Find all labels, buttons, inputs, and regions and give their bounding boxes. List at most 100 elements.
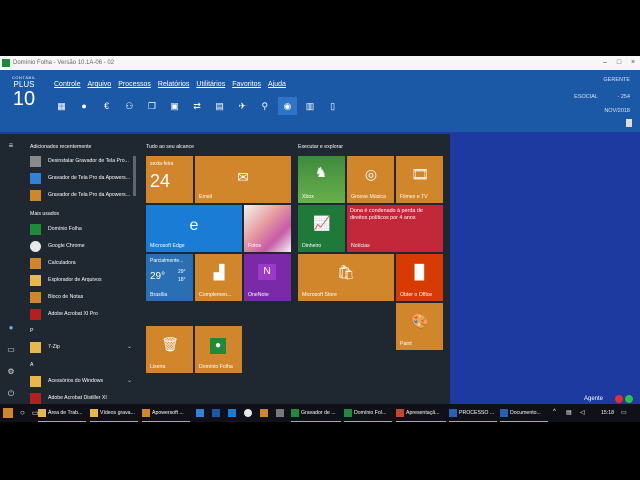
calendar-tile[interactable]: sexta-feira 24 <box>146 156 193 203</box>
settings-gear-icon[interactable]: ⚙ <box>5 366 17 378</box>
lixeira-tile[interactable]: 🗑 Lixeira <box>146 326 193 373</box>
maximize-button[interactable]: □ <box>614 58 624 68</box>
email-tile[interactable]: ✉ Email <box>195 156 291 203</box>
user-name: GERENTE <box>603 77 630 83</box>
header-scroll[interactable] <box>626 119 632 127</box>
xbox-tile[interactable]: ♞ Xbox <box>298 156 345 203</box>
store-tile[interactable]: 🛍 Microsoft Store <box>298 254 394 301</box>
noticias-tile[interactable]: Dona é condenado à perda de direitos pol… <box>347 205 443 252</box>
letter-a-header[interactable]: A <box>30 362 33 368</box>
grid-icon[interactable]: ▣ <box>165 97 184 115</box>
taskbar-item[interactable]: PROCESSO ... <box>449 404 497 422</box>
clock[interactable]: 15:18 <box>601 410 614 416</box>
list-item[interactable]: Acessórios do Windows ⌄ <box>26 374 134 389</box>
tray-arrow-icon[interactable]: ^ <box>553 409 556 415</box>
taskbar-item[interactable]: Vídeos grava... <box>90 404 138 422</box>
list-item[interactable]: Domínio Folha <box>26 222 134 237</box>
window-title: Domínio Folha - Versão 10.1A-06 - 02 <box>13 60 115 66</box>
cortana-circle-icon[interactable]: ○ <box>20 408 25 417</box>
people-icon[interactable]: ⚇ <box>120 97 139 115</box>
list-item[interactable]: 7-Zip ⌄ <box>26 340 134 355</box>
menu-processos[interactable]: Processos <box>118 81 151 88</box>
transfer-icon[interactable]: ⇄ <box>188 97 207 115</box>
dominio-folha-tile[interactable]: ● Domínio Folha <box>195 326 242 373</box>
building-icon[interactable]: ▦ <box>52 97 71 115</box>
pinned-chrome-icon[interactable] <box>244 409 252 417</box>
taskbar-item[interactable]: Documento... <box>500 404 548 422</box>
store-bag-icon: 🛍 <box>337 264 355 280</box>
taskbar-item[interactable]: Gravador de ... <box>291 404 341 422</box>
power-icon[interactable]: ⏻ <box>5 388 17 400</box>
esocial-label: ESOCIAL <box>574 94 598 100</box>
office-icon: ▉ <box>414 264 426 280</box>
acrobat-icon <box>30 309 41 320</box>
file-icon[interactable]: ▤ <box>210 97 229 115</box>
letter-p-header[interactable]: P <box>30 328 33 334</box>
toolbar: ▦ ● € ⚇ ❐ ▣ ⇄ ▤ ✈ ⚲ ◉ ▥ ▯ <box>52 96 346 115</box>
pinned-app-icon[interactable] <box>212 409 220 417</box>
list-item[interactable]: Calculadora <box>26 256 134 271</box>
apowersoft-icon <box>142 409 150 417</box>
chevron-down-icon[interactable]: ⌄ <box>127 377 132 384</box>
taskbar-item[interactable]: Apowersoft ... <box>142 404 190 422</box>
pinned-calculator-icon[interactable] <box>276 409 284 417</box>
notifications-icon[interactable]: ▭ <box>621 409 627 416</box>
copy-icon[interactable]: ❐ <box>142 97 161 115</box>
groove-tile[interactable]: ◎ Groove Música <box>347 156 394 203</box>
music-disc-icon: ◎ <box>364 166 378 182</box>
start-rail: ≡ ● ▭ ⚙ ⏻ <box>0 134 22 406</box>
menu-ajuda[interactable]: Ajuda <box>268 81 286 88</box>
person-icon[interactable]: ● <box>75 97 94 115</box>
pinned-app-icon[interactable] <box>196 409 204 417</box>
filmes-tile[interactable]: 🎞 Filmes e TV <box>396 156 443 203</box>
calendar-date: 24 <box>150 171 171 191</box>
weather-tile[interactable]: Parcialmente... 29° 29° 18° Brasília <box>146 254 193 301</box>
list-item[interactable]: Gravador de Tela Pro da Apowers... <box>26 171 134 186</box>
close-button[interactable]: × <box>628 58 638 68</box>
taskbar-item[interactable]: Apresentaçã... <box>396 404 446 422</box>
app-list-scrollbar[interactable] <box>133 156 136 196</box>
calendar-day: sexta-feira <box>150 161 174 167</box>
account-icon[interactable]: ● <box>5 322 17 334</box>
list-item[interactable]: Gravador de Tela Pro da Apowers... <box>26 188 134 203</box>
list-item[interactable]: Explorador de Arquivos <box>26 273 134 288</box>
uninstall-icon <box>30 156 41 167</box>
menu-arquivo[interactable]: Arquivo <box>87 81 111 88</box>
document-icon[interactable]: ▯ <box>323 97 342 115</box>
dinheiro-tile[interactable]: 📈 Dinheiro <box>298 205 345 252</box>
plane-icon[interactable]: ✈ <box>233 97 252 115</box>
complementos-tile[interactable]: ▟ Complemen... <box>195 254 242 301</box>
menu-utilitarios[interactable]: Utilitários <box>196 81 225 88</box>
pictures-icon[interactable]: ▭ <box>5 344 17 356</box>
pinned-app-icon[interactable] <box>260 409 268 417</box>
menu-favoritos[interactable]: Favoritos <box>232 81 261 88</box>
puzzle-icon: ▟ <box>213 264 225 280</box>
euro-icon[interactable]: € <box>97 97 116 115</box>
most-used-header: Mais usados <box>30 211 60 217</box>
edge-tile[interactable]: e Microsoft Edge <box>146 205 242 252</box>
paint-tile[interactable]: 🎨 Paint <box>396 303 443 350</box>
status-green-icon <box>625 395 633 403</box>
menu-controle[interactable]: Controle <box>54 81 80 88</box>
onenote-tile[interactable]: N OneNote <box>244 254 291 301</box>
list-item[interactable]: Bloco de Notas <box>26 290 134 305</box>
calculator-icon[interactable]: ▥ <box>301 97 320 115</box>
pinned-edge-icon[interactable] <box>228 409 236 417</box>
photos-tile[interactable]: Fotos <box>244 205 291 252</box>
list-item[interactable]: Adobe Acrobat XI Pro <box>26 307 134 322</box>
windows-start-icon[interactable] <box>3 408 13 418</box>
search-icon[interactable]: ⚲ <box>255 97 274 115</box>
volume-icon[interactable]: ◁ <box>580 409 585 416</box>
minimize-button[interactable]: – <box>600 58 610 68</box>
chevron-down-icon[interactable]: ⌄ <box>127 343 132 350</box>
office-tile[interactable]: ▉ Obter o Office <box>396 254 443 301</box>
menu-relatorios[interactable]: Relatórios <box>158 81 190 88</box>
network-icon[interactable]: ▤ <box>566 409 572 416</box>
user-active-icon[interactable]: ◉ <box>277 97 297 115</box>
list-item[interactable]: Google Chrome <box>26 239 134 254</box>
taskbar-item[interactable]: Área de Trab... <box>38 404 86 422</box>
list-item[interactable]: Desinstalar Gravador de Tela Pro... <box>26 154 134 169</box>
hamburger-icon[interactable]: ≡ <box>5 140 17 152</box>
taskbar-item[interactable]: Domínio Fol... <box>344 404 392 422</box>
chart-icon: 📈 <box>313 215 331 231</box>
